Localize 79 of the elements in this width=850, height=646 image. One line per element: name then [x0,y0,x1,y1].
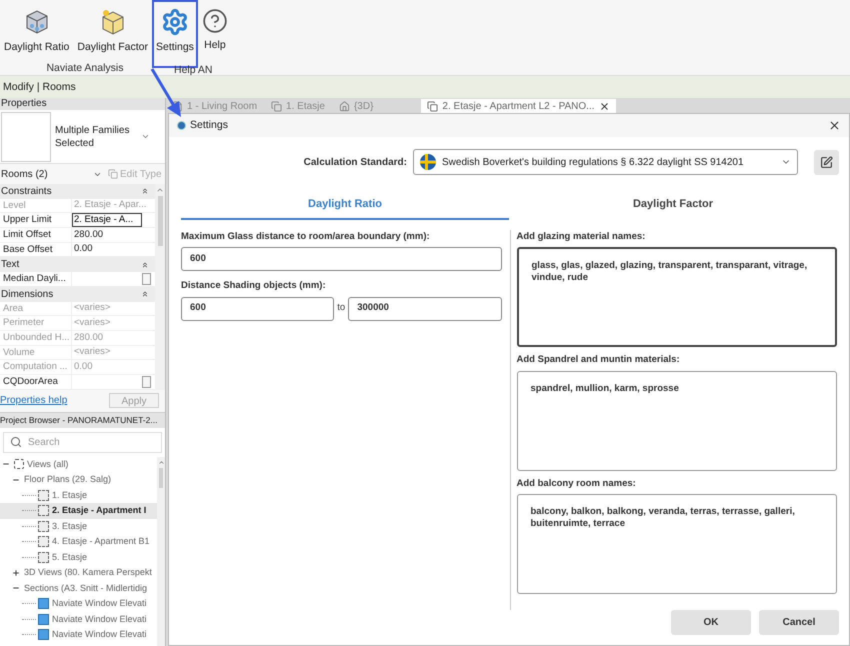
field-label: Add Spandrel and muntin materials: [516,353,681,368]
flag-icon [420,154,436,170]
scroll-up-icon[interactable] [158,458,164,466]
copy-icon [108,169,118,179]
view-tab[interactable]: 2. Etasje - Apartment L2 - PANO... [421,99,616,113]
input-field[interactable]: 300000 [348,296,502,320]
field-label: Add balcony room names: [516,476,637,490]
pen-square-icon [820,156,833,168]
property-toggle[interactable] [142,376,151,388]
collapse-icon[interactable] [141,290,149,298]
context-bar: Modify | Rooms [0,76,850,98]
tree-item[interactable]: Naviate Window Elevati [0,612,157,628]
field-label: Maximum Glass distance to room/area boundary (mm): [181,230,431,244]
field-label: Calculation Standard: [304,156,407,170]
ribbon-group-label: Naviate Analysis [45,61,125,76]
tree-item[interactable]: 2. Etasje - Apartment I [0,503,157,519]
view-icon [427,100,438,112]
view-icon [38,520,49,532]
filter-dropdown[interactable]: Rooms (2) [0,166,104,182]
scroll-up-icon[interactable] [156,186,164,194]
panel-header: Project Browser - PANORAMATUNET-2... [0,412,165,428]
house-icon [338,100,350,112]
view-icon [38,536,49,548]
view-icon [38,552,49,563]
scrollbar[interactable] [155,184,165,390]
tree-item[interactable]: 3. Etasje [0,518,157,534]
view-icon [38,614,49,625]
property-input[interactable]: 2. Etasje - A... [72,213,142,228]
category-header[interactable]: Dimensions [0,286,155,302]
property-label: CQDoorArea [0,374,72,390]
property-toggle[interactable] [142,272,151,285]
view-icon [38,490,49,501]
panel-header: Properties [0,98,165,110]
close-icon[interactable] [598,100,610,112]
text-area[interactable]: balcony, balkon, balkong, veranda, terras, terrasse, galleri, buitenruimte, terrace [516,494,837,594]
scrollbar[interactable] [157,456,165,646]
properties-help-link[interactable]: Properties help [0,393,68,408]
dialog-button[interactable]: OK [671,610,751,635]
dialog-tab[interactable]: Daylight Factor [509,190,837,220]
field-label: Distance Shading objects (mm): [181,279,327,294]
standard-dropdown[interactable]: Swedish Boverket's building regulations § 6.322 daylight SS 914201 [413,149,798,175]
category-header[interactable]: Constraints [0,184,155,199]
tree-item[interactable]: Naviate Window Elevati [0,596,157,612]
collapse-icon[interactable] [141,260,149,269]
tree-item[interactable]: Views (all) [0,456,157,472]
tree-item[interactable]: 1. Etasje [0,488,157,504]
app-logo-icon [177,121,186,130]
tree-item[interactable]: Floor Plans (29. Salg) [0,472,157,488]
tree-item[interactable]: 3D Views (80. Kamera Perspekt [0,565,157,581]
property-value[interactable]: 280.00 [72,228,104,242]
category-header[interactable]: Text [0,257,155,272]
views-icon [14,459,24,470]
close-icon[interactable] [828,119,841,132]
text-area[interactable]: spandrel, mullion, karm, sprosse [516,370,837,470]
help-icon [202,8,228,34]
tree-item[interactable]: 5. Etasje [0,550,157,566]
tree-item[interactable]: Sections (A3. Snitt - Midlertidig [0,580,157,596]
field-label: Add glazing material names: [516,230,646,244]
view-icon [38,505,49,516]
view-icon [38,629,49,640]
text-area[interactable]: glass, glas, glazed, glazing, transparent, transparant, vitrage, vindue, rude [516,247,837,348]
property-value[interactable]: 0.00 [72,242,92,257]
dialog-button[interactable]: Cancel [759,610,839,635]
tree-item[interactable]: 4. Etasje - Apartment B1 [0,534,157,550]
settings-icon [160,8,189,36]
collapse-icon[interactable] [141,187,149,196]
edit-button[interactable] [814,150,839,174]
tree-item[interactable]: Naviate Window Elevati [0,627,157,643]
search-icon [10,436,22,448]
dialog-title: Settings [190,118,228,133]
dropdown-icon[interactable] [141,132,150,141]
input-field[interactable]: 600 [181,296,334,320]
range-separator: to [337,301,346,316]
input-field[interactable]: 600 [181,247,502,272]
expand-icon[interactable] [12,568,20,577]
dialog-tab[interactable]: Daylight Ratio [181,190,509,220]
type-name: Multiple Families Selected [55,124,130,150]
view-icon [271,100,282,112]
view-icon [38,598,49,610]
